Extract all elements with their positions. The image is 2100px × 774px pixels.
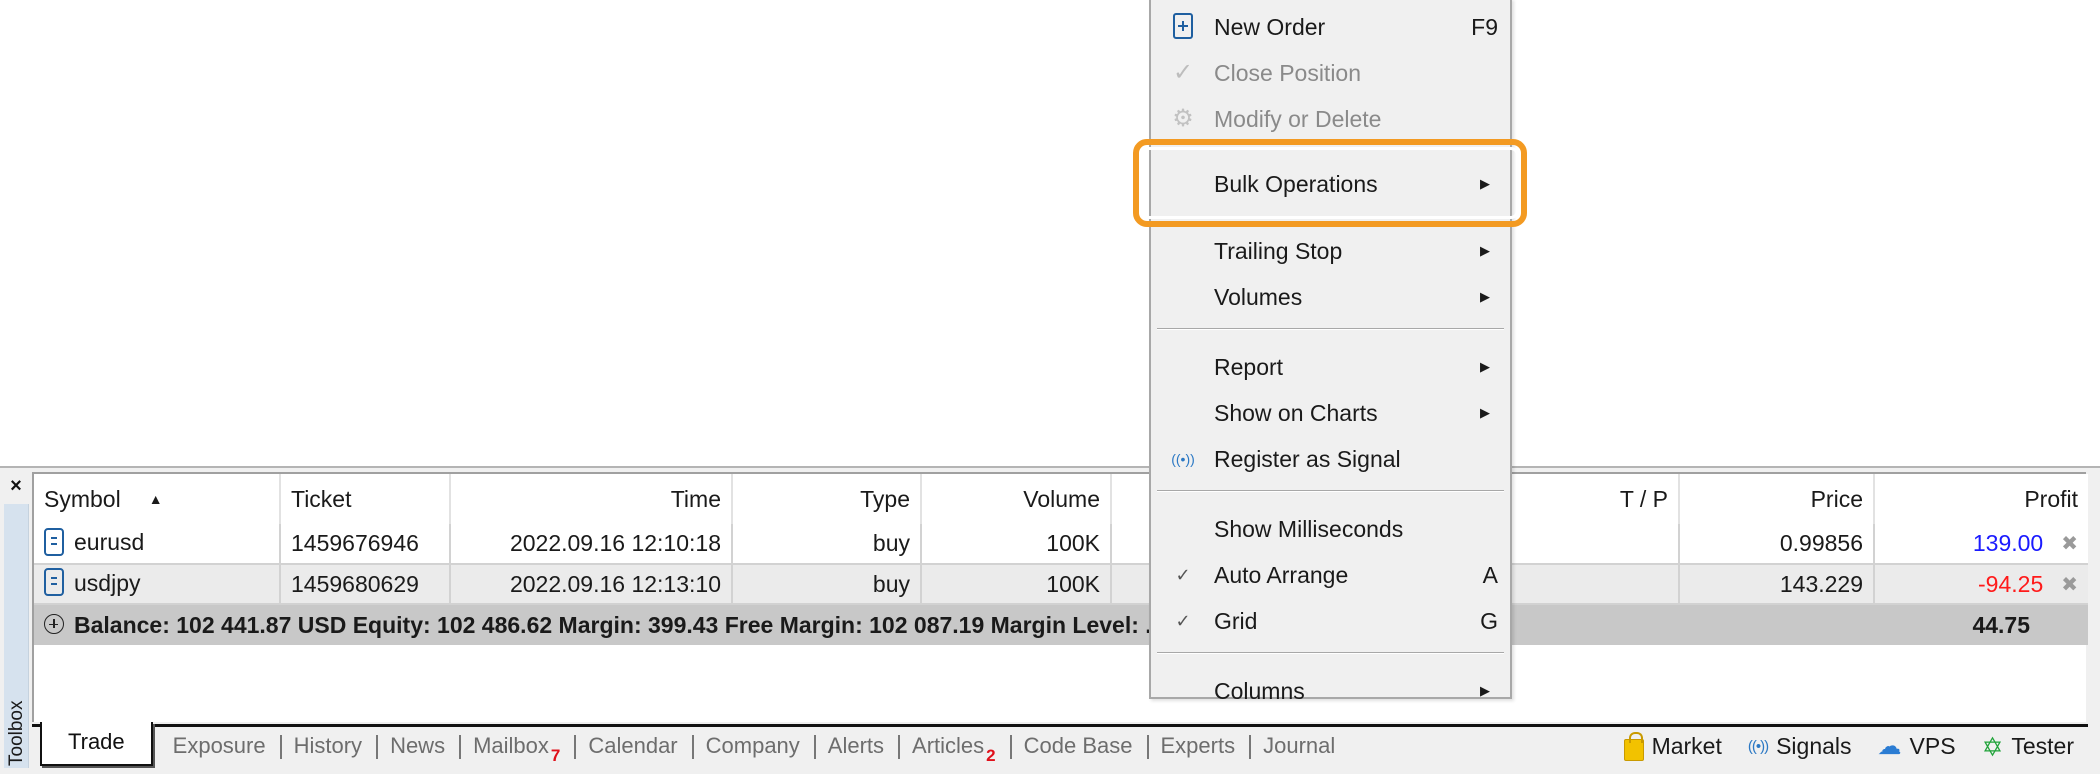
toolbox-sidebar[interactable]: Toolbox bbox=[4, 504, 29, 768]
check-icon: ✓ bbox=[1172, 59, 1194, 86]
submenu-arrow-icon: ▶ bbox=[1480, 683, 1490, 698]
position-icon bbox=[44, 568, 64, 597]
column-header-symbol[interactable]: Symbol ▲ bbox=[34, 474, 281, 524]
menu-item-trailing-stop[interactable]: Trailing Stop ▶ bbox=[1151, 228, 1510, 274]
volume-cell: 100K bbox=[921, 564, 1112, 605]
cloud-icon: ☁ bbox=[1877, 733, 1902, 760]
shopping-bag-icon bbox=[1623, 731, 1644, 761]
menu-separator bbox=[1157, 490, 1504, 492]
shortcut-label: A bbox=[1482, 562, 1498, 588]
volume-cell: 100K bbox=[921, 524, 1112, 565]
tab-code-base[interactable]: Code Base bbox=[1009, 729, 1147, 765]
shortcut-label: F9 bbox=[1471, 14, 1498, 40]
submenu-arrow-icon: ▶ bbox=[1480, 176, 1490, 191]
profit-cell: 139.00 ✖ bbox=[1874, 524, 2088, 565]
menu-item-close-position: ✓ Close Position bbox=[1151, 50, 1510, 96]
tester-star-icon: ✡ bbox=[1981, 731, 2004, 762]
menu-item-show-on-charts[interactable]: Show on Charts ▶ bbox=[1151, 390, 1510, 436]
ticket-cell: 1459680629 bbox=[280, 564, 451, 605]
column-header-ticket[interactable]: Ticket bbox=[280, 474, 451, 524]
articles-badge: 2 bbox=[986, 745, 996, 765]
menu-item-auto-arrange[interactable]: ✓ Auto Arrange A bbox=[1151, 552, 1510, 598]
time-cell: 2022.09.16 12:10:18 bbox=[450, 524, 733, 565]
table-header-row: Symbol ▲ Ticket Time Type Volume T / P Pr… bbox=[34, 474, 2088, 524]
tab-news[interactable]: News bbox=[376, 729, 459, 765]
new-order-icon bbox=[1173, 12, 1193, 39]
vps-link[interactable]: ☁ VPS bbox=[1878, 732, 1956, 761]
context-menu: New Order F9 ✓ Close Position ⚙ Modify o… bbox=[1149, 0, 1512, 704]
ticket-cell: 1459676946 bbox=[280, 524, 451, 565]
close-position-icon[interactable]: ✖ bbox=[2061, 572, 2078, 597]
column-header-profit[interactable]: Profit bbox=[1874, 474, 2088, 524]
tab-company[interactable]: Company bbox=[691, 729, 814, 765]
type-cell: buy bbox=[732, 524, 922, 565]
table-row[interactable]: eurusd 1459676946 2022.09.16 12:10:18 bu… bbox=[34, 524, 2088, 565]
menu-item-bulk-operations[interactable]: Bulk Operations ▶ bbox=[1151, 152, 1510, 216]
submenu-arrow-icon: ▶ bbox=[1480, 359, 1490, 374]
signal-icon: ((•)) bbox=[1171, 451, 1195, 467]
menu-item-report[interactable]: Report ▶ bbox=[1151, 344, 1510, 390]
gear-icon: ⚙ bbox=[1172, 105, 1194, 132]
profit-value: 139.00 bbox=[1972, 530, 2044, 556]
tab-history[interactable]: History bbox=[279, 729, 376, 765]
menu-separator bbox=[1157, 652, 1504, 654]
time-cell: 2022.09.16 12:13:10 bbox=[450, 564, 733, 605]
toolbox-label: Toolbox bbox=[6, 700, 27, 767]
toolbox-tabs: Trade Exposure History News Mailbox 7 Cal… bbox=[32, 721, 2088, 766]
column-header-time[interactable]: Time bbox=[450, 474, 733, 524]
expand-icon[interactable] bbox=[44, 614, 64, 635]
menu-separator bbox=[1157, 328, 1504, 330]
tab-mailbox[interactable]: Mailbox 7 bbox=[459, 729, 574, 765]
menu-item-columns[interactable]: Columns ▶ bbox=[1151, 668, 1510, 714]
price-cell: 143.229 bbox=[1679, 564, 1875, 605]
menu-item-volumes[interactable]: Volumes ▶ bbox=[1151, 274, 1510, 320]
tab-experts[interactable]: Experts bbox=[1146, 729, 1250, 765]
mailbox-badge: 7 bbox=[550, 745, 561, 765]
profit-cell: -94.25 ✖ bbox=[1874, 564, 2088, 605]
tab-trade[interactable]: Trade bbox=[40, 721, 153, 766]
service-links: Market ((•)) Signals ☁ VPS ✡ Tester bbox=[1623, 731, 2088, 761]
account-summary-row[interactable]: Balance: 102 441.87 USD Equity: 102 486.… bbox=[34, 604, 2088, 645]
signals-link[interactable]: ((•)) Signals bbox=[1748, 733, 1852, 760]
signal-icon: ((•)) bbox=[1747, 738, 1769, 755]
column-header-volume[interactable]: Volume bbox=[921, 474, 1112, 524]
toolbox-panel: × Toolbox Symbol ▲ Ticket Time Type Volum… bbox=[0, 466, 2100, 774]
tab-articles[interactable]: Articles 2 bbox=[898, 729, 1010, 765]
table-row[interactable]: usdjpy 1459680629 2022.09.16 12:13:10 bu… bbox=[34, 564, 2088, 605]
menu-item-new-order[interactable]: New Order F9 bbox=[1151, 4, 1510, 50]
sort-ascending-icon: ▲ bbox=[148, 490, 163, 507]
account-summary: Balance: 102 441.87 USD Equity: 102 486.… bbox=[34, 604, 1874, 645]
trade-table: Symbol ▲ Ticket Time Type Volume T / P Pr… bbox=[34, 474, 2088, 645]
column-header-type[interactable]: Type bbox=[732, 474, 922, 524]
symbol-cell: usdjpy bbox=[34, 564, 281, 605]
tab-alerts[interactable]: Alerts bbox=[813, 729, 898, 765]
trade-grid: Symbol ▲ Ticket Time Type Volume T / P Pr… bbox=[32, 472, 2088, 722]
price-cell: 0.99856 bbox=[1679, 524, 1875, 565]
tab-calendar[interactable]: Calendar bbox=[574, 729, 691, 765]
menu-item-register-as-signal[interactable]: ((•)) Register as Signal bbox=[1151, 436, 1510, 482]
total-profit: 44.75 bbox=[1874, 604, 2088, 645]
market-link[interactable]: Market bbox=[1623, 731, 1722, 761]
submenu-arrow-icon: ▶ bbox=[1480, 405, 1490, 420]
tab-exposure[interactable]: Exposure bbox=[159, 729, 280, 765]
close-position-icon[interactable]: ✖ bbox=[2061, 531, 2078, 556]
tab-journal[interactable]: Journal bbox=[1249, 729, 1349, 765]
checkmark-icon: ✓ bbox=[1175, 611, 1191, 631]
menu-item-show-milliseconds[interactable]: Show Milliseconds bbox=[1151, 506, 1510, 552]
checkmark-icon: ✓ bbox=[1175, 565, 1191, 585]
menu-item-grid[interactable]: ✓ Grid G bbox=[1151, 598, 1510, 644]
close-toolbox-button[interactable]: × bbox=[6, 476, 26, 498]
position-icon bbox=[44, 527, 64, 556]
symbol-cell: eurusd bbox=[34, 524, 281, 565]
profit-value: -94.25 bbox=[1978, 570, 2044, 597]
submenu-arrow-icon: ▶ bbox=[1480, 243, 1490, 258]
menu-item-modify-or-delete: ⚙ Modify or Delete bbox=[1151, 96, 1510, 142]
type-cell: buy bbox=[732, 564, 922, 605]
submenu-arrow-icon: ▶ bbox=[1480, 289, 1490, 304]
tester-link[interactable]: ✡ Tester bbox=[1982, 733, 2074, 760]
shortcut-label: G bbox=[1480, 608, 1498, 634]
column-header-price[interactable]: Price bbox=[1679, 474, 1875, 524]
